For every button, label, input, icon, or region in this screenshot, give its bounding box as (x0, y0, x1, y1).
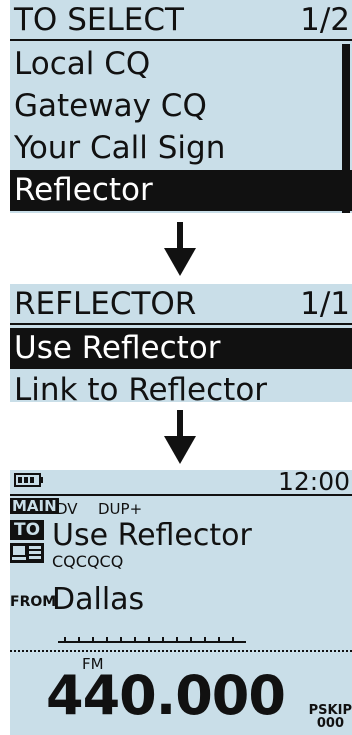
menu-item-your-call-sign[interactable]: Your Call Sign (10, 128, 352, 169)
to-badge: TO (10, 520, 45, 540)
to-select-screen: TO SELECT 1/2 Local CQ Gateway CQ Your C… (10, 0, 352, 213)
dotted-divider (10, 650, 352, 652)
status-divider (10, 494, 352, 496)
memory-channel: 000 (316, 716, 344, 731)
reflector-screen: REFLECTOR 1/1 Use Reflector Link to Refl… (10, 284, 352, 402)
main-band-badge: MAIN (10, 497, 59, 515)
arrow-down-icon (164, 222, 196, 276)
repeater-list-icon (10, 543, 44, 563)
clock: 12:00 (277, 470, 350, 496)
menu-item-reflector[interactable]: Reflector (10, 170, 352, 211)
menu-item-use-reflector[interactable]: Use Reflector (10, 328, 352, 369)
from-label: FROM (10, 594, 57, 610)
screen-title: TO SELECT (14, 2, 184, 38)
menu-item-link-to-reflector[interactable]: Link to Reflector (10, 370, 352, 402)
to-destination: Use Reflector (52, 518, 252, 553)
from-repeater: Dallas (52, 582, 145, 617)
frequency-display: 440.000 (46, 664, 286, 727)
main-display-screen: 12:00 MAIN DV DUP+ TO Use Reflector CQCQ… (10, 470, 352, 735)
page-indicator: 1/2 (300, 2, 350, 38)
arrow-down-icon (164, 410, 196, 464)
menu-item-gateway-cq[interactable]: Gateway CQ (10, 86, 352, 127)
battery-icon (14, 473, 43, 487)
mode-indicator: DV (56, 500, 78, 518)
page-indicator: 1/1 (300, 286, 350, 322)
to-callsign: CQCQCQ (52, 552, 124, 571)
screen-header: TO SELECT 1/2 (10, 0, 352, 41)
scrollbar[interactable] (342, 44, 350, 213)
screen-header: REFLECTOR 1/1 (10, 284, 352, 325)
screen-title: REFLECTOR (14, 286, 197, 322)
s-meter (58, 637, 246, 643)
duplex-indicator: DUP+ (98, 500, 143, 518)
menu-item-local-cq[interactable]: Local CQ (10, 44, 352, 85)
